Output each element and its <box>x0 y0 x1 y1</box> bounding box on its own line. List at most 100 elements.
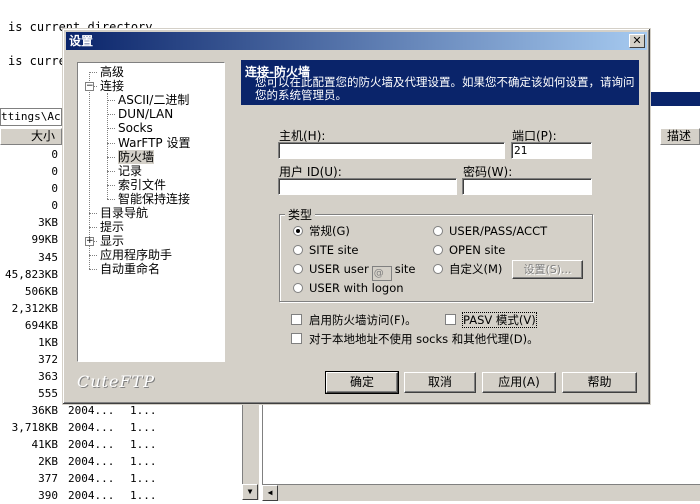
radio-icon <box>293 283 303 293</box>
tree-connector <box>107 184 115 186</box>
table-row[interactable]: 390 2004... 1... <box>0 487 240 504</box>
type-group-legend: 类型 <box>285 206 316 223</box>
no-socks-local-checkbox[interactable]: 对于本地地址不使用 socks 和其他代理(D)。 <box>291 332 539 346</box>
apply-button[interactable]: 应用(A) <box>482 372 556 393</box>
dialog-titlebar[interactable]: 设置 ✕ <box>66 32 647 50</box>
file-size-cell: 36KB <box>31 404 59 417</box>
file-date-cell: 2004... <box>68 472 115 485</box>
tree-connector <box>107 114 115 116</box>
local-path-field[interactable]: ttings\Ac <box>0 108 62 126</box>
scroll-down-arrow-icon[interactable]: ▼ <box>242 484 258 500</box>
tree-connector <box>89 255 97 257</box>
tree-connector <box>107 142 115 144</box>
tree-item[interactable]: 目录导航 <box>100 206 148 220</box>
tree-item[interactable]: 防火墙 <box>118 149 155 164</box>
file-date-cell: 2004... <box>68 438 115 451</box>
file-size-cell: 1KB <box>38 336 58 350</box>
custom-settings-button[interactable]: 设置(S)... <box>512 260 583 279</box>
tree-item[interactable]: 显示 <box>100 234 124 248</box>
collapse-icon[interactable]: − <box>85 82 94 92</box>
tree-connector <box>107 156 115 158</box>
radio-selected-icon <box>293 226 303 236</box>
settings-dialog: 设置 ✕ 高级 连接 − ASCII/二进制 DUN/LAN Socks WarFTP 设置… <box>62 28 651 405</box>
tree-item[interactable]: 自动重命名 <box>100 262 160 276</box>
radio-user-user[interactable]: USER user @ site <box>293 262 416 281</box>
size-column-header[interactable]: 大小 <box>0 128 62 145</box>
table-row[interactable]: 3,718KB 2004... 1... <box>0 419 240 436</box>
checkbox-icon <box>445 314 456 325</box>
ok-button[interactable]: 确定 <box>325 371 399 394</box>
file-size-cell: 390 <box>38 489 58 502</box>
radio-custom[interactable]: 自定义(M) <box>433 262 502 276</box>
scroll-left-arrow-icon[interactable]: ◀ <box>262 485 278 501</box>
close-icon[interactable]: ✕ <box>629 34 645 48</box>
radio-icon <box>433 245 443 255</box>
tree-item[interactable]: 记录 <box>118 164 142 178</box>
radio-user-pass-acct[interactable]: USER/PASS/ACCT <box>433 224 547 238</box>
tree-item[interactable]: 高级 <box>100 65 124 79</box>
file-size-cell: 345 <box>38 250 58 264</box>
cancel-button[interactable]: 取消 <box>404 372 476 393</box>
tree-connector <box>89 269 97 271</box>
expand-icon[interactable]: + <box>85 237 94 247</box>
dialog-title: 设置 <box>69 34 94 48</box>
tree-item[interactable]: 应用程序助手 <box>100 248 172 262</box>
file-size-cell: 0 <box>51 165 58 179</box>
at-separator-input: @ <box>371 266 392 281</box>
radio-open-site[interactable]: OPEN site <box>433 243 505 257</box>
radio-user-logon[interactable]: USER with logon <box>293 281 404 295</box>
file-list: 36KB 2004... 1... 3,718KB 2004... 1... 41KB 200… <box>0 402 240 504</box>
radio-icon <box>293 245 303 255</box>
tree-item[interactable]: ASCII/二进制 <box>118 93 189 107</box>
tree-item[interactable]: 连接 <box>100 79 124 93</box>
tree-item[interactable]: DUN/LAN <box>118 107 173 121</box>
tree-connector <box>107 100 115 102</box>
tree-connector <box>89 227 97 229</box>
file-attr-cell: 1... <box>130 489 157 502</box>
file-size-cell: 555 <box>38 387 58 401</box>
tree-item[interactable]: Socks <box>118 121 153 135</box>
checkbox-icon <box>291 314 302 325</box>
section-banner: 连接-防火墙 您可以在此配置您的防火墙及代理设置。如果您不确定该如何设置，请询问… <box>241 60 639 105</box>
description-column-header[interactable]: 描述 <box>660 128 700 145</box>
file-size-cell: 2KB <box>38 455 58 468</box>
tree-item[interactable]: 索引文件 <box>118 178 166 192</box>
file-size-cell: 3,718KB <box>11 421 58 434</box>
file-size-cell: 0 <box>51 199 58 213</box>
radio-site[interactable]: SITE site <box>293 243 358 257</box>
file-attr-cell: 1... <box>130 472 157 485</box>
file-size-cell: 506KB <box>24 284 58 298</box>
tree-connector <box>89 213 97 214</box>
table-row[interactable]: 41KB 2004... 1... <box>0 436 240 453</box>
file-size-cell: 3KB <box>38 216 58 230</box>
settings-tree[interactable]: 高级 连接 − ASCII/二进制 DUN/LAN Socks WarFTP 设置 防火墙 记录… <box>77 62 225 362</box>
file-date-cell: 2004... <box>68 455 115 468</box>
file-attr-cell: 1... <box>130 421 157 434</box>
table-row[interactable]: 2KB 2004... 1... <box>0 453 240 470</box>
tree-connector <box>107 128 115 130</box>
password-input[interactable] <box>462 178 592 195</box>
file-date-cell: 2004... <box>68 421 115 434</box>
host-input[interactable] <box>278 142 505 159</box>
file-size-cell: 0 <box>51 182 58 196</box>
radio-normal[interactable]: 常规(G) <box>293 224 350 238</box>
tree-connector <box>107 170 115 172</box>
file-size-cell: 99KB <box>31 233 59 247</box>
file-size-cell: 377 <box>38 472 58 485</box>
horizontal-scrollbar[interactable]: ◀ <box>262 484 700 501</box>
tree-item[interactable]: 智能保持连接 <box>118 192 190 206</box>
help-button[interactable]: 帮助 <box>562 372 637 393</box>
enable-firewall-checkbox[interactable]: 启用防火墙访问(F)。 <box>291 313 417 327</box>
tree-item[interactable]: 提示 <box>100 220 124 234</box>
checkbox-icon <box>291 333 302 344</box>
tree-connector <box>107 93 108 199</box>
file-size-cell: 372 <box>38 353 58 367</box>
file-size-cell: 0 <box>51 148 58 161</box>
table-row[interactable]: 377 2004... 1... <box>0 470 240 487</box>
port-input[interactable]: 21 <box>511 142 592 159</box>
file-attr-cell: 1... <box>130 455 157 468</box>
pasv-mode-checkbox[interactable]: PASV 模式(V) <box>445 312 537 328</box>
tree-item[interactable]: WarFTP 设置 <box>118 136 190 150</box>
file-size-cell: 45,823KB <box>5 267 58 281</box>
userid-input[interactable] <box>278 178 457 195</box>
